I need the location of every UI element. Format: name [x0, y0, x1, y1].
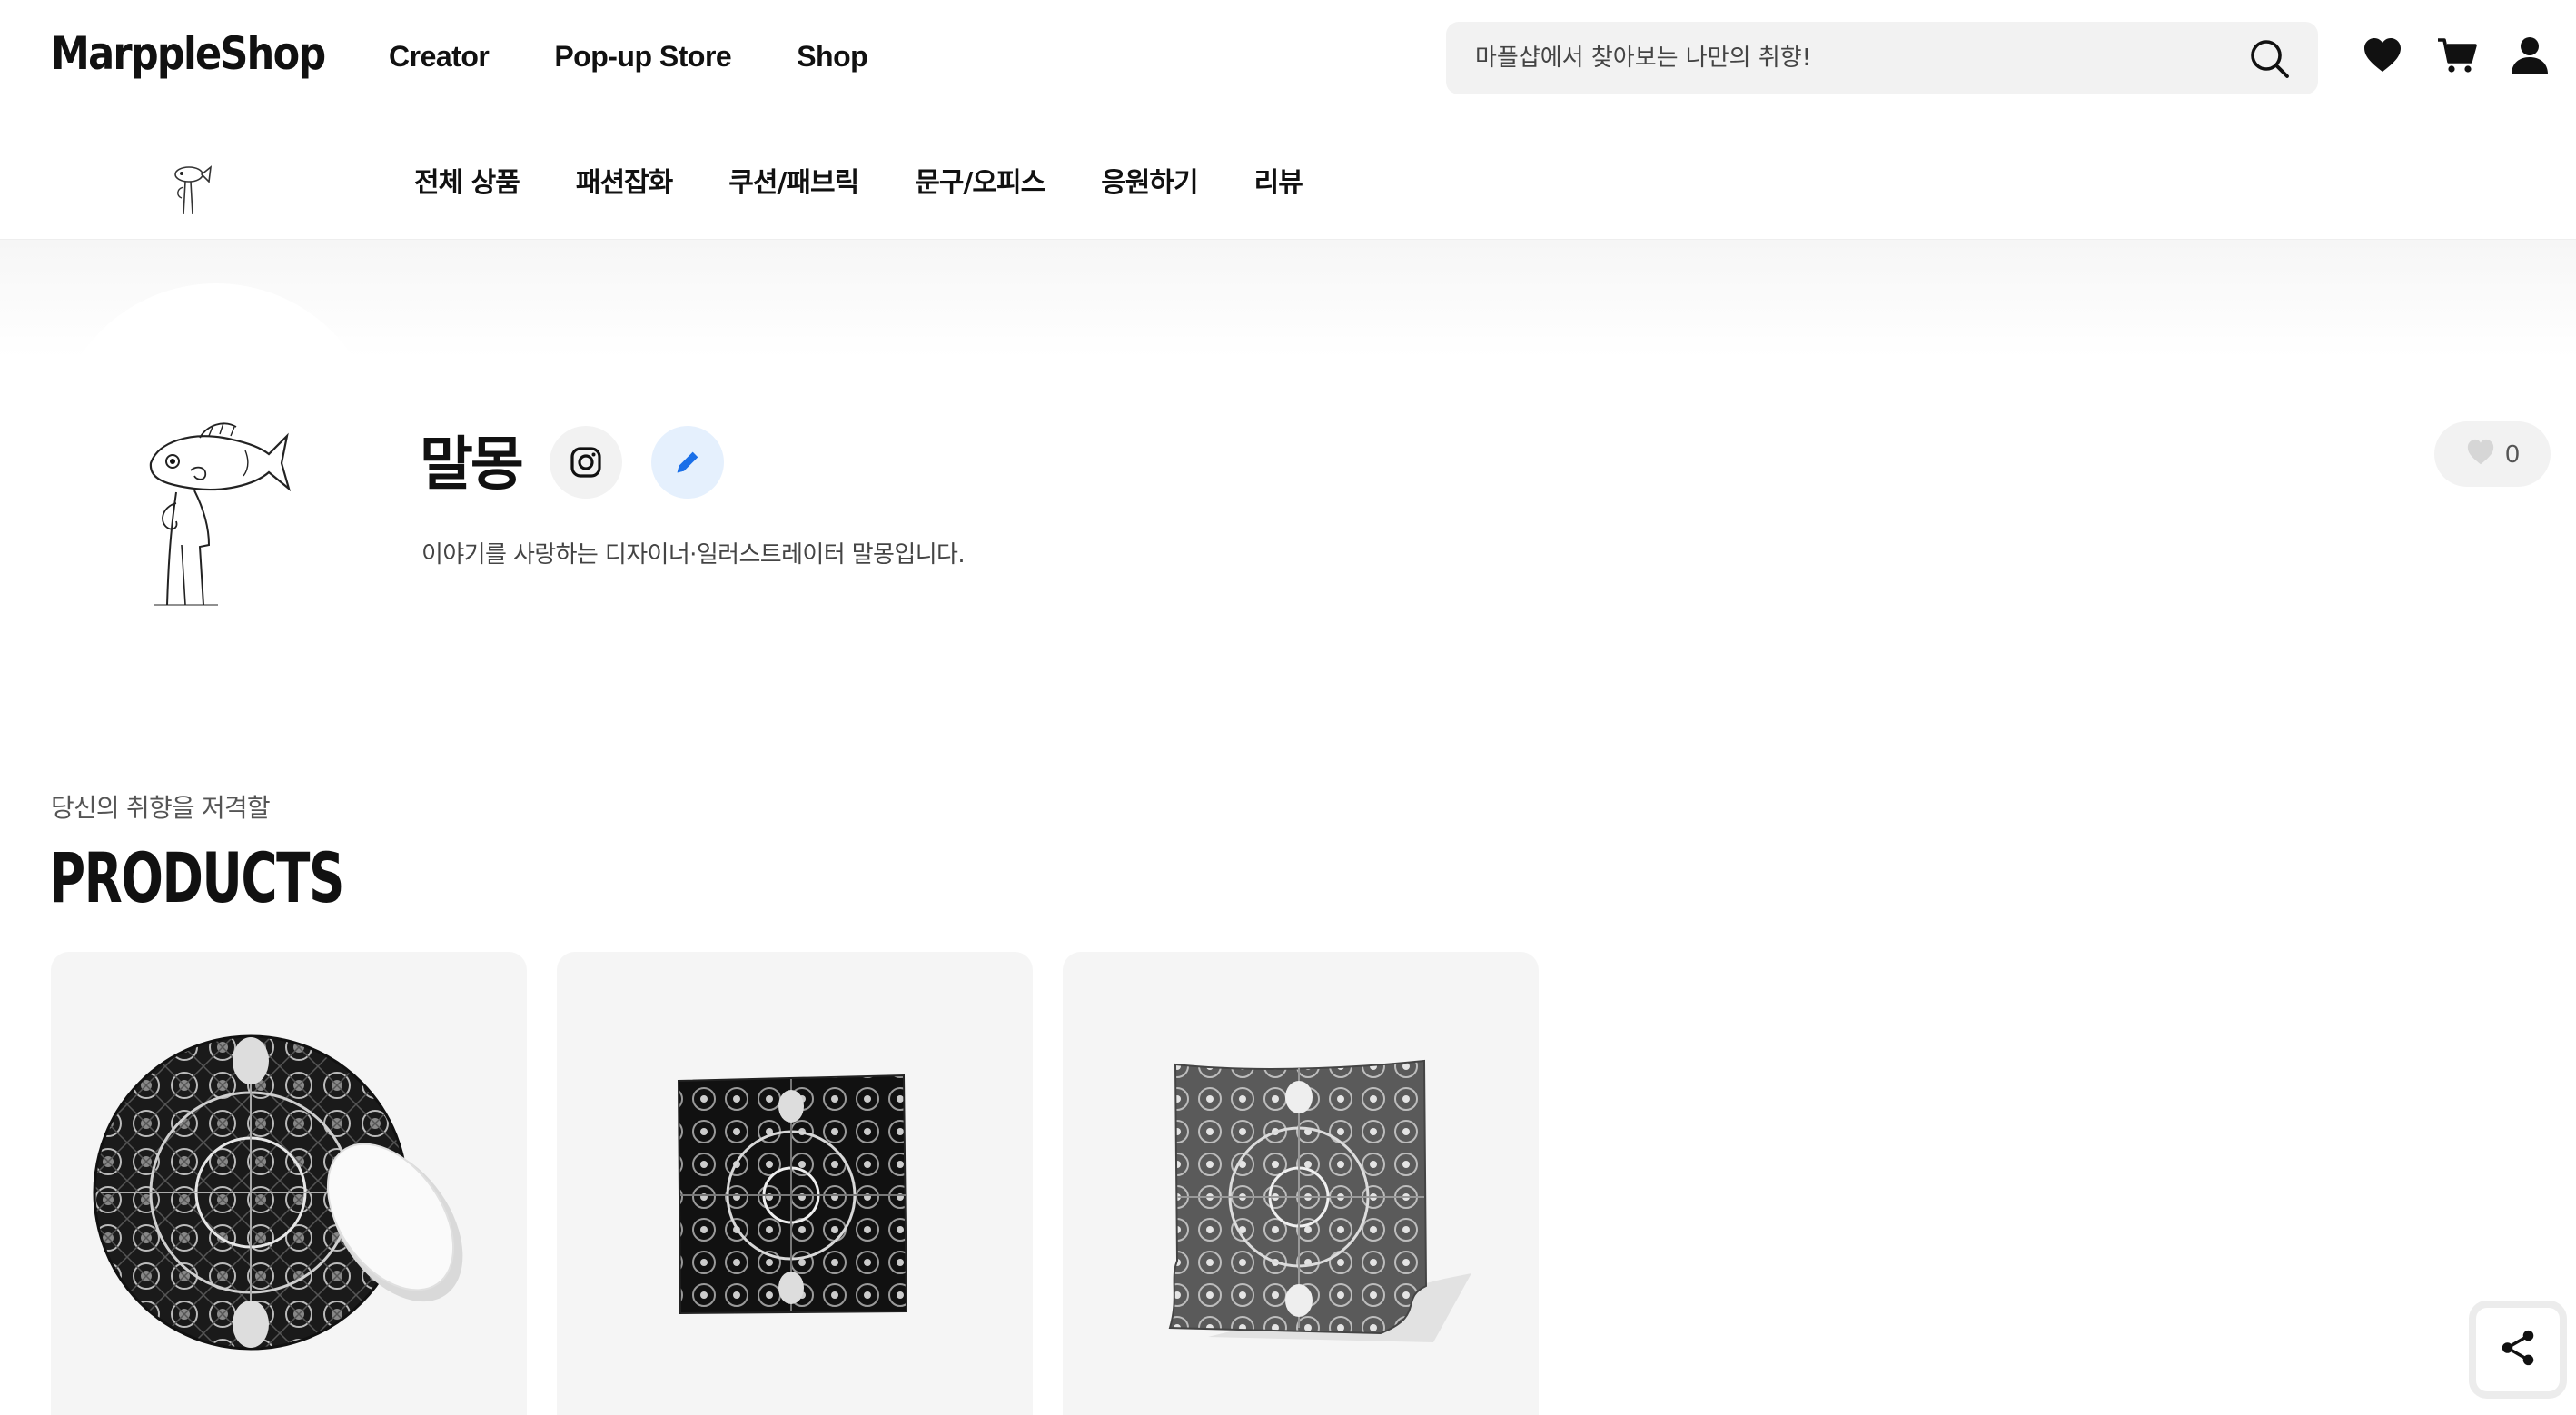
share-icon [2497, 1327, 2539, 1373]
nav-popup-store[interactable]: Pop-up Store [554, 40, 731, 74]
category-fashion[interactable]: 패션잡화 [576, 160, 673, 200]
product-image-tapestry [677, 1074, 908, 1315]
heart-outline-icon [2465, 437, 2496, 472]
user-icon[interactable] [2509, 35, 2551, 76]
mini-creator-avatar[interactable] [163, 154, 218, 218]
search-icon[interactable] [2249, 38, 2291, 80]
share-button[interactable] [2469, 1301, 2567, 1399]
category-cushion-fabric[interactable]: 쿠션/패브릭 [728, 160, 859, 200]
search-input[interactable] [1475, 22, 2220, 94]
product-image-bandana [1168, 1059, 1471, 1342]
category-stationery-office[interactable]: 문구/오피스 [915, 160, 1045, 200]
category-nav: 전체 상품 패션잡화 쿠션/패브릭 문구/오피스 응원하기 리뷰 [414, 160, 1303, 200]
creator-avatar [136, 391, 300, 609]
product-card[interactable] [1063, 952, 1539, 1415]
site-logo[interactable]: MarppleShop [51, 27, 326, 80]
top-header: MarppleShop Creator Pop-up Store Shop [0, 0, 2576, 118]
category-review[interactable]: 리뷰 [1254, 160, 1303, 200]
category-all-products[interactable]: 전체 상품 [414, 160, 520, 200]
instagram-button[interactable] [550, 426, 622, 499]
nav-creator[interactable]: Creator [389, 40, 490, 74]
products-title: PRODUCTS [49, 837, 344, 918]
pencil-icon [672, 447, 703, 478]
edit-profile-button[interactable] [651, 426, 724, 499]
category-support[interactable]: 응원하기 [1101, 160, 1198, 200]
category-bar: 전체 상품 패션잡화 쿠션/패브릭 문구/오피스 응원하기 리뷰 [0, 118, 2576, 240]
nav-shop[interactable]: Shop [797, 40, 867, 74]
instagram-icon [570, 446, 602, 479]
creator-name: 말몽 [420, 431, 524, 499]
search-box [1446, 22, 2318, 94]
profile-banner [0, 240, 2576, 358]
main-nav: Creator Pop-up Store Shop [389, 40, 868, 74]
cart-icon[interactable] [2436, 35, 2478, 76]
product-card[interactable] [51, 952, 527, 1415]
heart-icon[interactable] [2362, 35, 2403, 76]
products-subtitle: 당신의 취향을 저격할 [51, 793, 271, 823]
product-image-mousepad [93, 1034, 463, 1351]
product-card[interactable] [557, 952, 1033, 1415]
like-count: 0 [2505, 440, 2520, 468]
follow-like-button[interactable]: 0 [2434, 421, 2551, 487]
creator-bio: 이야기를 사랑하는 디자이너·일러스트레이터 말몽입니다. [421, 541, 966, 569]
